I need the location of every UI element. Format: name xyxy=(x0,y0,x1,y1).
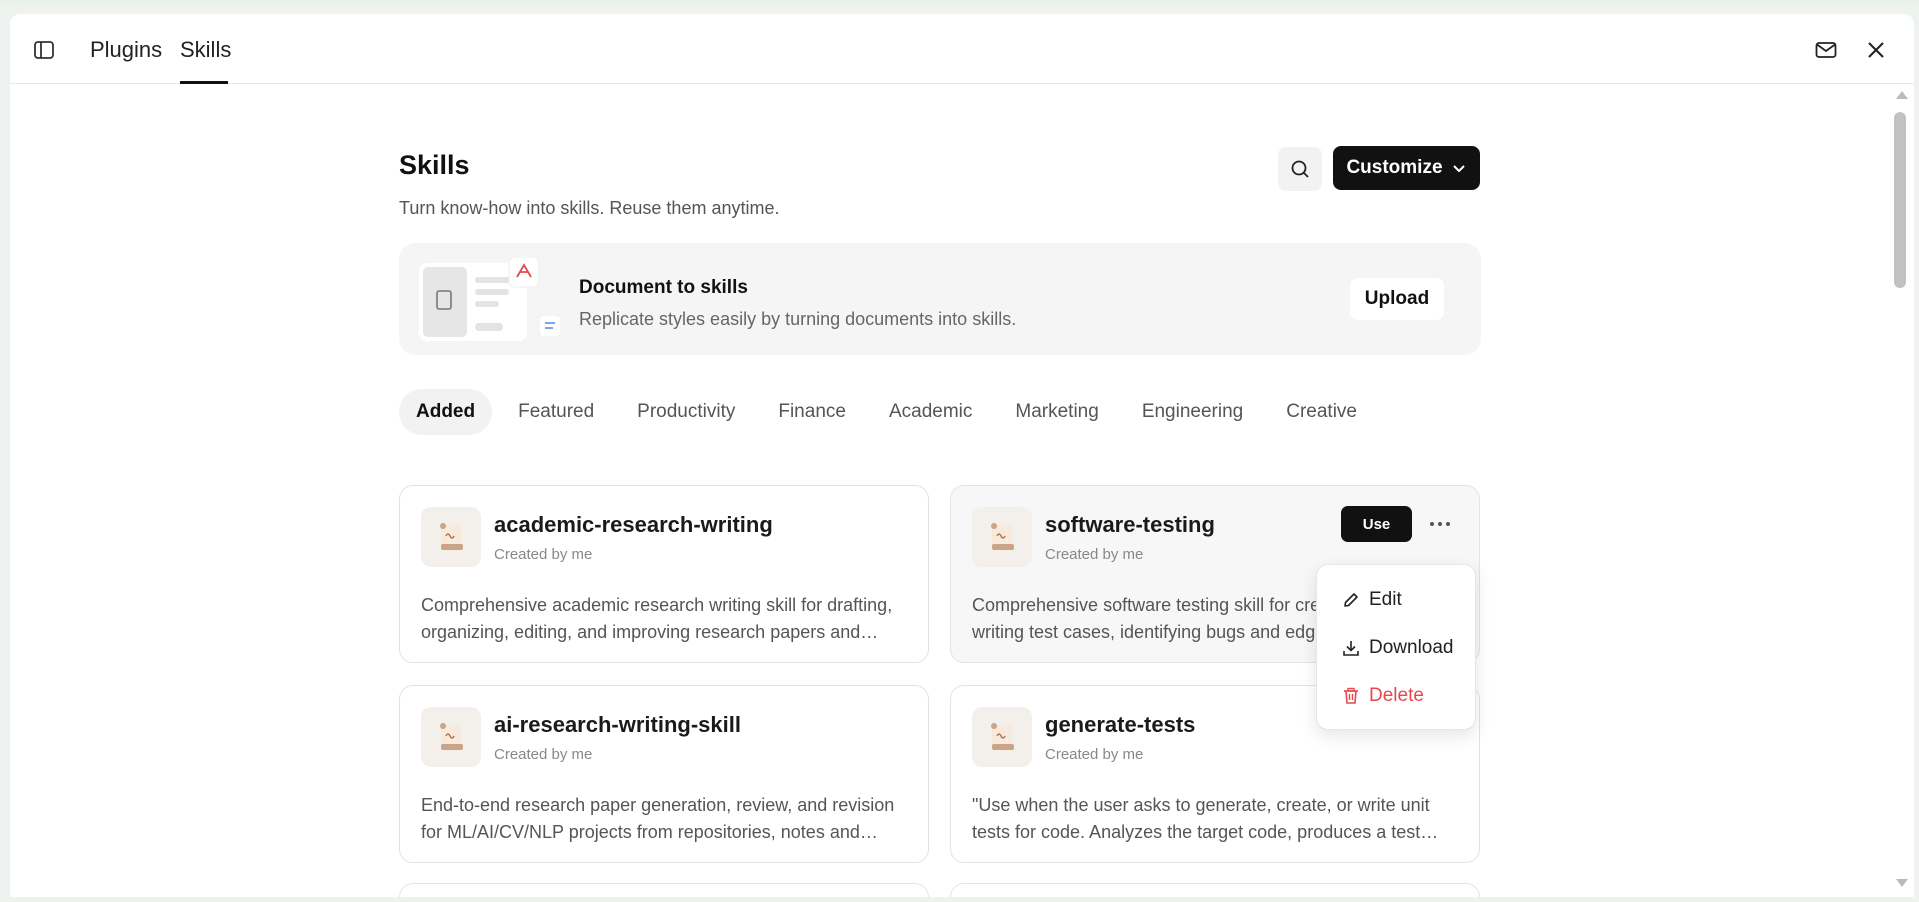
page-title: Skills xyxy=(399,150,470,180)
customize-label: Customize xyxy=(1346,157,1443,178)
upload-button[interactable]: Upload xyxy=(1350,278,1444,320)
document-to-skills-banner: Document to skills Replicate styles easi… xyxy=(399,243,1481,355)
skill-description: Comprehensive academic research writing … xyxy=(421,595,893,642)
scroll-icon xyxy=(421,507,481,567)
category-finance[interactable]: Finance xyxy=(761,389,863,435)
banner-title: Document to skills xyxy=(579,277,748,298)
skill-name: software-testing xyxy=(1045,512,1215,537)
category-tabs: Added Featured Productivity Finance Acad… xyxy=(399,389,1383,435)
window-top-strip xyxy=(0,0,1919,4)
customize-button[interactable]: Customize xyxy=(1333,146,1480,190)
menu-label-delete: Delete xyxy=(1369,685,1424,706)
mail-icon[interactable] xyxy=(1812,36,1840,64)
menu-item-download[interactable]: Download xyxy=(1341,633,1454,663)
banner-subtitle: Replicate styles easily by turning docum… xyxy=(579,309,1017,329)
top-bar: Plugins Skills xyxy=(10,14,1914,84)
document-illustration xyxy=(419,257,562,341)
tab-skills[interactable]: Skills xyxy=(180,36,231,64)
close-icon[interactable] xyxy=(1862,36,1890,64)
category-marketing[interactable]: Marketing xyxy=(998,389,1115,435)
skill-creator: Created by me xyxy=(494,746,593,763)
active-tab-indicator xyxy=(180,81,228,84)
skill-card-academic-research-writing[interactable]: academic-research-writing Created by me … xyxy=(399,485,929,663)
scroll-up-arrow[interactable] xyxy=(1895,88,1909,100)
skill-creator: Created by me xyxy=(494,546,593,563)
skill-name: generate-tests xyxy=(1045,712,1196,737)
skill-creator: Created by me xyxy=(1045,746,1144,763)
tab-plugins[interactable]: Plugins xyxy=(90,36,162,64)
card-context-menu: Edit Download Delete xyxy=(1316,564,1476,730)
category-creative[interactable]: Creative xyxy=(1269,389,1374,435)
menu-label-edit: Edit xyxy=(1369,589,1402,610)
skill-description: End-to-end research paper generation, re… xyxy=(421,795,895,842)
menu-item-edit[interactable]: Edit xyxy=(1341,585,1402,615)
category-engineering[interactable]: Engineering xyxy=(1125,389,1260,435)
category-academic[interactable]: Academic xyxy=(872,389,989,435)
more-options-icon[interactable] xyxy=(1423,508,1457,540)
use-button[interactable]: Use xyxy=(1341,506,1412,542)
scroll-icon xyxy=(972,507,1032,567)
skill-creator: Created by me xyxy=(1045,546,1144,563)
category-productivity[interactable]: Productivity xyxy=(620,389,752,435)
category-featured[interactable]: Featured xyxy=(501,389,611,435)
skill-name: academic-research-writing xyxy=(494,512,773,537)
skill-card-partial-right[interactable] xyxy=(950,883,1480,897)
chevron-down-icon xyxy=(1452,165,1465,173)
search-icon xyxy=(1291,160,1309,178)
skill-description: "Use when the user asks to generate, cre… xyxy=(972,795,1430,842)
search-button[interactable] xyxy=(1278,147,1322,191)
sidebar-toggle-icon[interactable] xyxy=(32,38,56,62)
category-added[interactable]: Added xyxy=(399,389,493,435)
skills-dialog: Plugins Skills Skills Turn know-how into… xyxy=(10,14,1914,897)
skill-card-ai-research-writing-skill[interactable]: ai-research-writing-skill Created by me … xyxy=(399,685,929,863)
scrollbar-thumb[interactable] xyxy=(1894,112,1906,288)
scroll-icon xyxy=(421,707,481,767)
download-icon xyxy=(1343,641,1359,656)
trash-icon xyxy=(1344,687,1358,704)
scroll-icon xyxy=(972,707,1032,767)
page-subtitle: Turn know-how into skills. Reuse them an… xyxy=(399,198,780,218)
pencil-icon xyxy=(1344,593,1358,607)
menu-item-delete[interactable]: Delete xyxy=(1341,681,1424,711)
scroll-down-arrow[interactable] xyxy=(1895,876,1909,888)
skill-card-partial-left[interactable] xyxy=(399,883,929,897)
menu-label-download: Download xyxy=(1369,637,1454,658)
skill-name: ai-research-writing-skill xyxy=(494,712,741,737)
